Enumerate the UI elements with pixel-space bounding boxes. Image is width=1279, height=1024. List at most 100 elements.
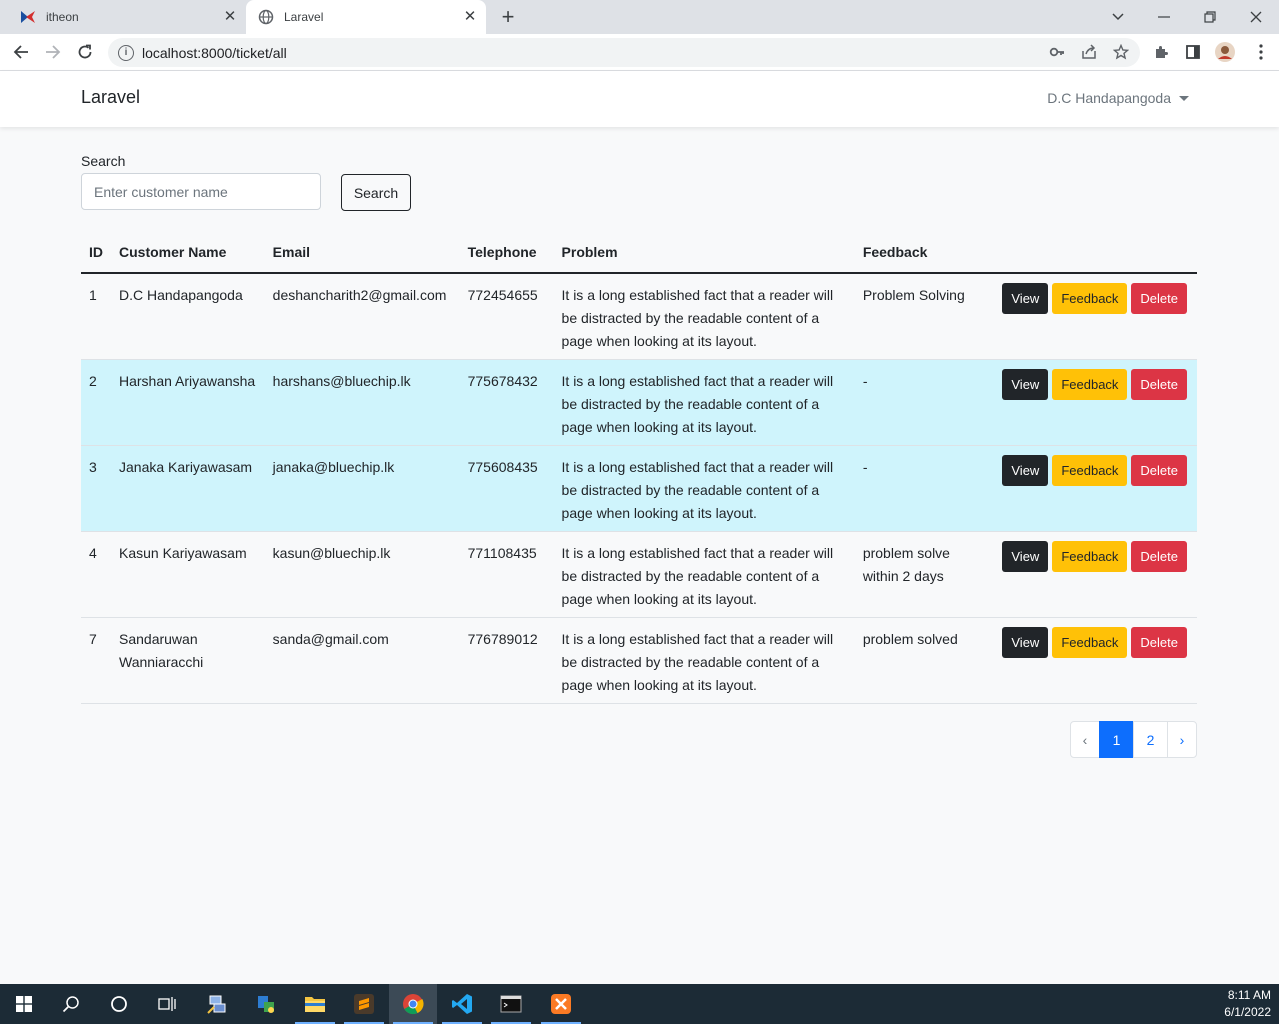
search-icon[interactable]: [47, 984, 95, 1024]
delete-button[interactable]: Delete: [1131, 368, 1187, 400]
header-problem: Problem: [553, 232, 855, 274]
restore-icon[interactable]: [1187, 0, 1233, 34]
cell-problem: It is a long established fact that a rea…: [553, 617, 855, 704]
clock-time: 8:11 AM: [1227, 988, 1271, 1002]
cell-problem: It is a long established fact that a rea…: [553, 531, 855, 618]
file-explorer-icon[interactable]: [291, 984, 339, 1024]
itheon-favicon-icon: [20, 9, 36, 25]
site-info-icon[interactable]: i: [118, 44, 134, 61]
feedback-button[interactable]: Feedback: [1052, 540, 1128, 572]
cell-email: harshans@bluechip.lk: [264, 359, 460, 446]
table-row: 2 Harshan Ariyawansha harshans@bluechip.…: [81, 359, 1197, 446]
cell-problem: It is a long established fact that a rea…: [553, 359, 855, 446]
header-telephone: Telephone: [459, 232, 554, 274]
delete-button[interactable]: Delete: [1131, 540, 1187, 572]
close-tab-icon[interactable]: ✕: [462, 9, 478, 25]
cell-actions: View Feedback Delete: [994, 531, 1197, 618]
cell-actions: View Feedback Delete: [994, 445, 1197, 532]
view-button[interactable]: View: [1002, 626, 1049, 658]
header-email: Email: [264, 232, 460, 274]
user-name: D.C Handapangoda: [1047, 90, 1171, 106]
cell-problem: It is a long established fact that a rea…: [553, 445, 855, 532]
delete-button[interactable]: Delete: [1131, 626, 1187, 658]
cell-telephone: 771108435: [459, 531, 554, 618]
pagination-page-1[interactable]: 1: [1099, 721, 1134, 758]
view-button[interactable]: View: [1002, 454, 1049, 486]
brand-link[interactable]: Laravel: [81, 87, 140, 108]
tab-title: itheon: [46, 10, 79, 24]
minimize-icon[interactable]: [1141, 0, 1187, 34]
task-view-icon[interactable]: [143, 984, 191, 1024]
pagination-next[interactable]: ›: [1167, 721, 1197, 758]
extensions-puzzle-icon[interactable]: [1151, 42, 1171, 62]
browser-toolbar: i localhost:8000/ticket/all: [0, 34, 1279, 71]
sublime-text-icon[interactable]: [340, 984, 388, 1024]
cell-id: 3: [81, 445, 111, 532]
address-bar[interactable]: i localhost:8000/ticket/all: [108, 38, 1140, 67]
vscode-icon[interactable]: [438, 984, 486, 1024]
terminal-icon[interactable]: [487, 984, 535, 1024]
caret-down-icon: [1179, 95, 1189, 101]
cell-email: kasun@bluechip.lk: [264, 531, 460, 618]
search-input[interactable]: [81, 173, 321, 210]
feedback-button[interactable]: Feedback: [1052, 368, 1128, 400]
forward-arrow-icon[interactable]: [41, 40, 65, 64]
view-button[interactable]: View: [1002, 283, 1049, 314]
cell-telephone: 772454655: [459, 273, 554, 360]
new-tab-icon[interactable]: +: [496, 5, 520, 29]
user-dropdown[interactable]: D.C Handapangoda: [1047, 90, 1189, 106]
device-manager-icon[interactable]: [242, 984, 290, 1024]
table-row: 1 D.C Handapangoda deshancharith2@gmail.…: [81, 273, 1197, 360]
cell-feedback: -: [854, 445, 995, 532]
view-button[interactable]: View: [1002, 540, 1049, 572]
feedback-button[interactable]: Feedback: [1052, 626, 1128, 658]
cell-id: 4: [81, 531, 111, 618]
profile-avatar[interactable]: [1215, 42, 1235, 62]
tab-laravel[interactable]: Laravel ✕: [246, 0, 486, 34]
cell-telephone: 776789012: [459, 617, 554, 704]
search-label: Search: [81, 153, 126, 169]
cell-problem: It is a long established fact that a rea…: [553, 273, 855, 360]
cell-email: deshancharith2@gmail.com: [264, 273, 460, 360]
cell-telephone: 775608435: [459, 445, 554, 532]
cell-telephone: 775678432: [459, 359, 554, 446]
system-clock[interactable]: 8:11 AM 6/1/2022: [1224, 987, 1271, 1021]
cell-id: 2: [81, 359, 111, 446]
xampp-icon[interactable]: [537, 984, 585, 1024]
cell-feedback: problem solve within 2 days: [854, 531, 995, 618]
cell-actions: View Feedback Delete: [994, 273, 1197, 360]
url-text: localhost:8000/ticket/all: [142, 44, 287, 61]
tab-search-chevron-icon[interactable]: [1095, 0, 1141, 34]
close-tab-icon[interactable]: ✕: [222, 9, 238, 25]
feedback-button[interactable]: Feedback: [1052, 454, 1128, 486]
cell-feedback: -: [854, 359, 995, 446]
tab-itheon[interactable]: itheon ✕: [8, 0, 246, 34]
table-row: 3 Janaka Kariyawasam janaka@bluechip.lk …: [81, 445, 1197, 532]
reload-icon[interactable]: [73, 40, 97, 64]
password-key-icon[interactable]: [1047, 42, 1067, 62]
windows-start-icon[interactable]: [0, 984, 48, 1024]
bookmark-star-icon[interactable]: [1111, 42, 1131, 62]
network-app-icon[interactable]: [193, 984, 241, 1024]
close-window-icon[interactable]: [1233, 0, 1279, 34]
cell-feedback: Problem Solving: [854, 273, 995, 360]
cortana-icon[interactable]: [95, 984, 143, 1024]
pagination-page-2[interactable]: 2: [1133, 721, 1168, 758]
chrome-icon[interactable]: [389, 984, 437, 1024]
share-icon[interactable]: [1079, 42, 1099, 62]
search-button[interactable]: Search: [341, 174, 411, 211]
cell-customer-name: Harshan Ariyawansha: [111, 359, 265, 446]
delete-button[interactable]: Delete: [1131, 454, 1187, 486]
pagination-prev[interactable]: ‹: [1070, 721, 1100, 758]
cell-customer-name: Sandaruwan Wanniaracchi: [111, 617, 265, 704]
table-header-row: ID Customer Name Email Telephone Problem…: [81, 232, 1197, 274]
cell-customer-name: D.C Handapangoda: [111, 273, 265, 360]
header-id: ID: [81, 232, 111, 274]
chrome-menu-icon[interactable]: [1251, 42, 1271, 62]
back-arrow-icon[interactable]: [9, 40, 33, 64]
view-button[interactable]: View: [1002, 368, 1049, 400]
cell-customer-name: Kasun Kariyawasam: [111, 531, 265, 618]
side-panel-icon[interactable]: [1183, 42, 1203, 62]
delete-button[interactable]: Delete: [1131, 283, 1187, 314]
feedback-button[interactable]: Feedback: [1052, 283, 1128, 314]
